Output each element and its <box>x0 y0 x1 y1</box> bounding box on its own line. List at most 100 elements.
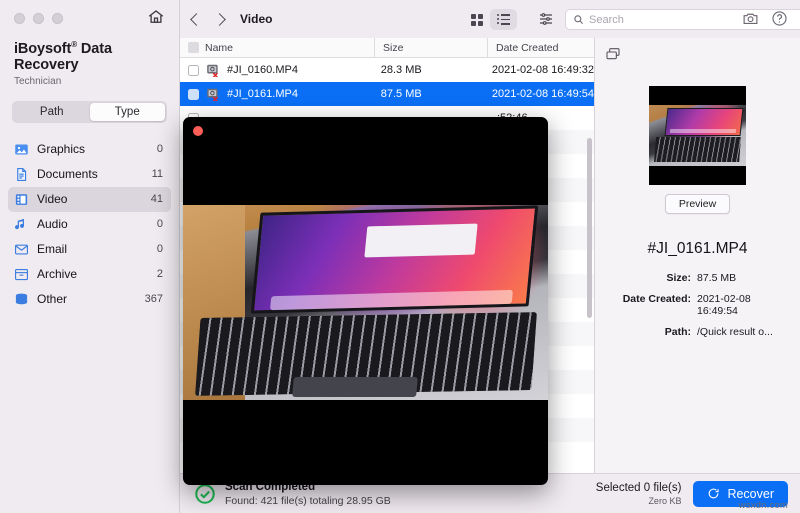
row-checkbox[interactable] <box>188 65 199 76</box>
file-date-created: 2021-02-08 16:49:54 <box>484 88 594 100</box>
preview-field-key: Date Created: <box>609 293 697 317</box>
preview-metadata: Size: 87.5 MB Date Created: 2021-02-08 1… <box>595 272 800 347</box>
sidebar-item-other[interactable]: Other 367 <box>8 287 171 312</box>
file-date-created: 2021-02-08 16:49:32 <box>484 64 594 76</box>
selected-size-label: Zero KB <box>596 496 682 506</box>
selected-files-label: Selected 0 file(s) <box>596 482 682 494</box>
video-player-overlay[interactable] <box>183 117 548 485</box>
help-question-icon[interactable] <box>771 10 788 32</box>
preview-thumbnail[interactable] <box>649 86 746 185</box>
music-note-icon <box>14 217 29 232</box>
file-list-scrollbar[interactable] <box>587 138 592 318</box>
check-circle-icon <box>194 483 216 505</box>
preview-file-name: #JI_0161.MP4 <box>648 240 748 258</box>
edition-label: Technician <box>14 76 179 87</box>
preview-field-size: Size: 87.5 MB <box>609 272 786 284</box>
file-size: 87.5 MB <box>373 88 484 100</box>
preview-field-value: /Quick result o... <box>697 326 786 338</box>
sidebar-item-documents[interactable]: Documents 11 <box>8 162 171 187</box>
video-file-icon <box>206 63 220 77</box>
video-file-icon <box>206 87 220 101</box>
preview-field-value: 87.5 MB <box>697 272 786 284</box>
chevron-right-icon[interactable] <box>213 13 226 26</box>
refresh-circle-icon <box>707 487 720 500</box>
sidebar-item-count: 11 <box>152 168 163 180</box>
preview-field-path: Path: /Quick result o... <box>609 326 786 338</box>
preview-field-value: 2021-02-08 16:49:54 <box>697 293 786 317</box>
sidebar-item-email[interactable]: Email 0 <box>8 237 171 262</box>
app-window: iBoysoft® Data Recovery Technician Path … <box>0 0 800 513</box>
sidebar-item-archive[interactable]: Archive 2 <box>8 262 171 287</box>
window-stack-icon[interactable] <box>605 46 621 62</box>
app-title: iBoysoft® Data Recovery <box>14 40 179 73</box>
view-mode-toggle[interactable] <box>463 9 517 30</box>
list-view-icon[interactable] <box>490 9 517 30</box>
toolbar: Video <box>180 0 800 38</box>
sidebar: iBoysoft® Data Recovery Technician Path … <box>0 0 180 513</box>
sidebar-item-count: 0 <box>157 143 163 155</box>
column-header-size[interactable]: Size <box>374 38 487 58</box>
sidebar-item-label: Documents <box>37 167 152 181</box>
sidebar-item-label: Archive <box>37 267 157 281</box>
grid-view-icon[interactable] <box>463 9 490 30</box>
toolbar-title: Video <box>240 12 272 26</box>
row-checkbox[interactable] <box>188 89 199 100</box>
film-icon <box>14 192 29 207</box>
preview-panel: Preview #JI_0161.MP4 Size: 87.5 MB Date … <box>595 38 800 473</box>
cell-name: #JI_0161.MP4 <box>199 87 373 101</box>
file-list-header: Name Size Date Created <box>180 38 594 58</box>
minimize-button[interactable] <box>33 13 44 24</box>
navigation-arrows[interactable] <box>192 15 224 24</box>
file-size: 28.3 MB <box>373 64 484 76</box>
sidebar-item-label: Graphics <box>37 142 157 156</box>
scan-status-detail: Found: 421 file(s) totaling 28.95 GB <box>225 495 391 507</box>
sidebar-item-count: 0 <box>157 218 163 230</box>
sidebar-item-audio[interactable]: Audio 0 <box>8 212 171 237</box>
filter-sliders-icon[interactable] <box>538 11 554 27</box>
camera-icon[interactable] <box>742 10 759 32</box>
home-icon[interactable] <box>147 8 165 26</box>
sidebar-item-label: Email <box>37 242 157 256</box>
path-type-segmented-control[interactable]: Path Type <box>12 101 167 123</box>
sidebar-item-count: 41 <box>151 193 163 205</box>
toolbar-right-icons <box>742 10 788 32</box>
close-button[interactable] <box>14 13 25 24</box>
column-header-date[interactable]: Date Created <box>487 38 594 58</box>
recover-button-label: Recover <box>727 487 774 501</box>
preview-field-key: Size: <box>609 272 697 284</box>
database-icon <box>14 292 29 307</box>
watermark-text: wsxdn.com <box>739 500 788 511</box>
search-icon <box>573 14 584 25</box>
file-name: #JI_0161.MP4 <box>227 88 298 100</box>
sidebar-item-count: 367 <box>145 293 163 305</box>
sidebar-item-graphics[interactable]: Graphics 0 <box>8 137 171 162</box>
sidebar-item-count: 0 <box>157 243 163 255</box>
category-list: Graphics 0 Documents 11 Video 41 <box>0 137 179 312</box>
sidebar-item-label: Other <box>37 292 145 306</box>
preview-field-date-created: Date Created: 2021-02-08 16:49:54 <box>609 293 786 317</box>
table-row[interactable]: #JI_0161.MP4 87.5 MB2021-02-08 16:49:54 <box>180 82 594 106</box>
brand-block: iBoysoft® Data Recovery Technician <box>0 24 179 87</box>
document-icon <box>14 167 29 182</box>
selection-summary: Selected 0 file(s) Zero KB <box>596 482 682 506</box>
sidebar-item-label: Video <box>37 192 151 206</box>
brand-name: iBoysoft <box>14 41 71 57</box>
preview-button[interactable]: Preview <box>665 194 730 214</box>
sidebar-item-label: Audio <box>37 217 157 231</box>
file-name: #JI_0160.MP4 <box>227 64 298 76</box>
macbook-video-frame <box>183 205 548 400</box>
segment-path[interactable]: Path <box>14 103 90 121</box>
archive-box-icon <box>14 267 29 282</box>
table-row[interactable]: #JI_0160.MP4 28.3 MB2021-02-08 16:49:32 <box>180 58 594 82</box>
sidebar-item-count: 2 <box>157 268 163 280</box>
close-red-dot-icon[interactable] <box>193 126 203 136</box>
sidebar-item-video[interactable]: Video 41 <box>8 187 171 212</box>
cell-name: #JI_0160.MP4 <box>199 63 373 77</box>
segment-type[interactable]: Type <box>90 103 166 121</box>
chevron-left-icon[interactable] <box>190 13 203 26</box>
envelope-icon <box>14 242 29 257</box>
macbook-photo-thumbnail <box>649 105 746 166</box>
preview-field-key: Path: <box>609 326 697 338</box>
zoom-button[interactable] <box>52 13 63 24</box>
column-header-name[interactable]: Name <box>197 38 374 58</box>
